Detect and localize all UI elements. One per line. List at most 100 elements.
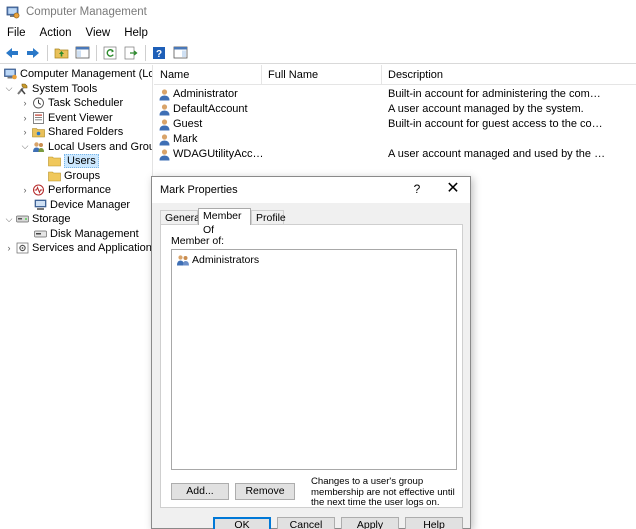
user-name: WDAGUtilityAccount	[173, 148, 267, 160]
add-button[interactable]: Add...	[171, 483, 229, 500]
toolbar-separator	[96, 44, 97, 61]
tree-item-label: Storage	[32, 213, 71, 226]
device-manager-icon	[34, 199, 47, 211]
disk-management-icon	[34, 228, 47, 240]
tree-item-device-manager[interactable]: Device Manager	[32, 198, 130, 213]
user-full-name	[268, 87, 378, 102]
help-button[interactable]: Help	[405, 517, 463, 529]
tab-profile[interactable]: Profile	[251, 210, 286, 225]
menu-view[interactable]: View	[79, 27, 118, 39]
user-icon	[158, 103, 171, 116]
tree-item-disk-management[interactable]: Disk Management	[32, 227, 139, 242]
window-title: Computer Management	[26, 6, 147, 18]
menu-action[interactable]: Action	[33, 27, 79, 39]
chevron-right-icon[interactable]: ›	[20, 113, 30, 123]
chevron-down-icon[interactable]: ⌵	[4, 83, 14, 94]
user-description: Built-in account for guest access to the…	[388, 118, 606, 130]
tree-item-computer-management[interactable]: Computer Management (Local	[2, 67, 153, 82]
user-icon	[158, 118, 171, 131]
dialog-title: Mark Properties	[160, 184, 238, 196]
event-viewer-icon	[32, 111, 45, 124]
user-icon	[158, 88, 171, 101]
user-full-name	[268, 102, 378, 117]
tree-item-label: Services and Applications	[32, 242, 153, 255]
tree-item-local-users-groups[interactable]: ⌵ Local Users and Groups	[20, 140, 152, 155]
list-item[interactable]: Mark	[154, 132, 636, 147]
user-name: Guest	[173, 118, 203, 130]
menu-file[interactable]: File	[0, 27, 33, 39]
member-of-list[interactable]: Administrators	[171, 249, 457, 470]
storage-icon	[16, 213, 29, 225]
chevron-right-icon[interactable]: ›	[20, 185, 30, 195]
tree-item-performance[interactable]: › Performance	[20, 183, 111, 198]
console-tree: Computer Management (Local ⌵ System Tool…	[0, 65, 153, 529]
chevron-down-icon[interactable]: ⌵	[20, 141, 30, 152]
dialog-titlebar: Mark Properties ? ✕	[152, 177, 470, 203]
tree-item-users[interactable]: Users	[46, 154, 99, 169]
remove-button[interactable]: Remove	[235, 483, 295, 500]
export-list-icon[interactable]	[122, 44, 140, 62]
tree-item-label: Device Manager	[50, 198, 131, 211]
refresh-icon[interactable]	[101, 44, 119, 62]
tree-item-label: System Tools	[32, 82, 98, 95]
column-header-full-name[interactable]: Full Name	[262, 65, 382, 85]
forward-arrow-icon[interactable]	[24, 44, 42, 62]
tree-item-system-tools[interactable]: ⌵ System Tools	[4, 82, 98, 97]
apply-button[interactable]: Apply	[341, 517, 399, 529]
show-hide-action-pane-icon[interactable]	[171, 44, 189, 62]
computer-management-app-icon	[6, 5, 20, 19]
tree-item-label: Computer Management (Local	[20, 68, 153, 81]
tree-item-label: Local Users and Groups	[48, 140, 152, 153]
chevron-right-icon[interactable]: ›	[4, 243, 14, 253]
list-item[interactable]: Guest Built-in account for guest access …	[154, 117, 636, 132]
show-hide-console-tree-icon[interactable]	[73, 44, 91, 62]
user-description: A user account managed by the system.	[388, 103, 584, 115]
column-header-description[interactable]: Description	[382, 65, 636, 85]
svg-text:?: ?	[156, 49, 162, 60]
toolbar-separator	[145, 44, 146, 61]
user-name: Administrator	[173, 88, 238, 100]
chevron-right-icon[interactable]: ›	[20, 127, 30, 137]
tree-item-task-scheduler[interactable]: › Task Scheduler	[20, 96, 124, 111]
tree-item-shared-folders[interactable]: › Shared Folders	[20, 125, 124, 140]
user-full-name	[268, 147, 378, 162]
local-users-groups-icon	[32, 141, 45, 153]
menu-help[interactable]: Help	[117, 27, 155, 39]
member-group-label: Administrators	[192, 254, 260, 266]
ok-button[interactable]: OK	[213, 517, 271, 529]
column-header-name[interactable]: Name	[154, 65, 262, 85]
tab-member-of[interactable]: Member Of	[198, 208, 251, 236]
member-of-panel: Member of: Administrators Add... Remove …	[160, 224, 463, 508]
user-name: DefaultAccount	[173, 103, 248, 115]
tab-general[interactable]: General	[160, 210, 202, 225]
folder-icon	[48, 170, 61, 182]
tree-item-label: Groups	[64, 169, 101, 182]
tree-item-services-applications[interactable]: › Services and Applications	[4, 241, 153, 256]
tree-item-event-viewer[interactable]: › Event Viewer	[20, 111, 113, 126]
tree-item-storage[interactable]: ⌵ Storage	[4, 212, 71, 227]
membership-change-note: Changes to a user's group membership are…	[311, 476, 455, 508]
menu-bar: File Action View Help	[0, 24, 636, 42]
chevron-right-icon[interactable]: ›	[20, 98, 30, 108]
performance-icon	[32, 184, 45, 196]
shared-folders-icon	[32, 126, 45, 138]
user-icon	[158, 133, 171, 146]
list-item[interactable]: WDAGUtilityAccount A user account manage…	[154, 147, 636, 162]
help-icon[interactable]: ?	[150, 44, 168, 62]
close-icon[interactable]: ✕	[444, 180, 462, 198]
user-properties-dialog: Mark Properties ? ✕ General Member Of Pr…	[151, 176, 471, 529]
toolbar: ?	[0, 42, 636, 64]
list-item[interactable]: Administrators	[176, 253, 259, 267]
up-folder-icon[interactable]	[52, 44, 70, 62]
dialog-help-icon[interactable]: ?	[409, 182, 425, 196]
tree-item-groups[interactable]: Groups	[46, 169, 100, 184]
list-item[interactable]: DefaultAccount A user account managed by…	[154, 102, 636, 117]
back-arrow-icon[interactable]	[3, 44, 21, 62]
chevron-down-icon[interactable]: ⌵	[4, 214, 14, 224]
list-item[interactable]: Administrator Built-in account for admin…	[154, 87, 636, 102]
user-name: Mark	[173, 133, 198, 145]
user-icon	[158, 148, 171, 161]
system-tools-icon	[16, 83, 29, 95]
member-of-label: Member of:	[171, 235, 225, 247]
cancel-button[interactable]: Cancel	[277, 517, 335, 529]
